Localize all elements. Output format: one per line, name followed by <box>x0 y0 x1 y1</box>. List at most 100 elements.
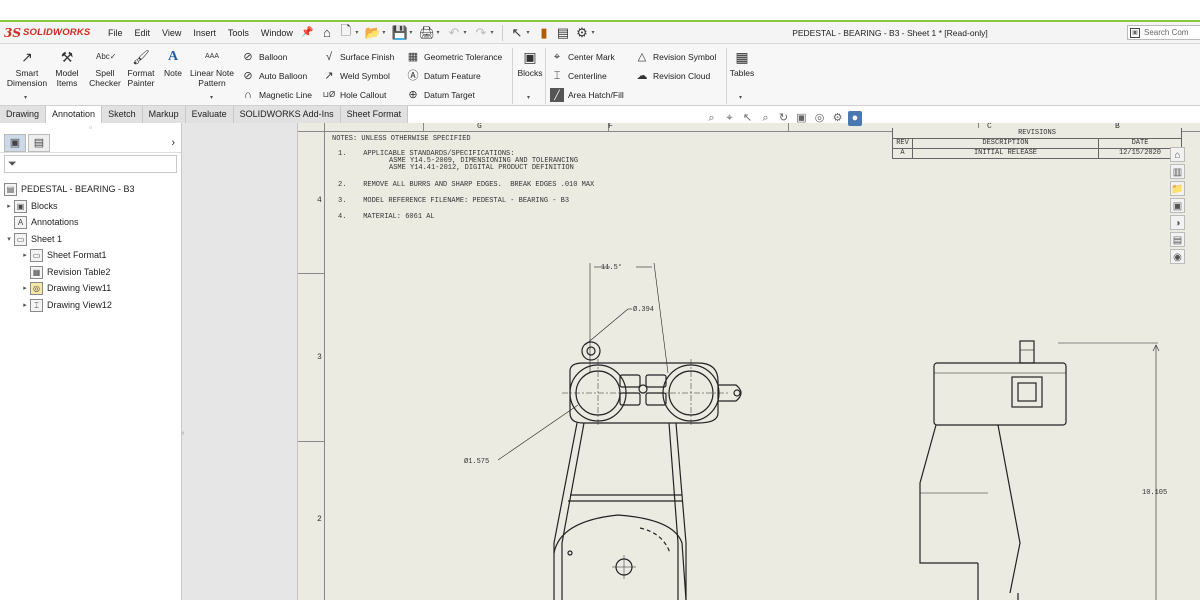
view-palette-icon[interactable]: ▣ <box>1170 198 1185 213</box>
magnetic-line-button[interactable]: ∩ Magnetic Line <box>241 88 312 102</box>
tab-markup[interactable]: Markup <box>142 106 186 123</box>
panel-grip-icon[interactable]: ○ <box>0 123 181 133</box>
tab-annotation[interactable]: Annotation <box>46 106 103 123</box>
note-button[interactable]: A Note <box>160 48 186 78</box>
zoom-to-area-icon[interactable]: ⌖ <box>722 111 737 126</box>
tables-button[interactable]: ▦ Tables <box>728 48 756 78</box>
open-folder-icon[interactable]: 📂 <box>364 24 381 41</box>
tree-item-annotations[interactable]: A Annotations <box>14 214 79 230</box>
undo-icon[interactable]: ↶ <box>445 24 462 41</box>
hole-callout-button[interactable]: ⊔Ø Hole Callout <box>322 88 387 102</box>
revision-symbol-button[interactable]: △ Revision Symbol <box>635 50 717 64</box>
menu-insert[interactable]: Insert <box>187 28 222 38</box>
expand-arrow-icon[interactable]: ▸ <box>20 284 30 292</box>
revision-cloud-button[interactable]: ☁ Revision Cloud <box>635 69 711 83</box>
center-mark-button[interactable]: ⌖ Center Mark <box>550 50 615 64</box>
zoom-in-out-icon[interactable]: ⌕ <box>758 111 773 126</box>
file-explorer-icon[interactable]: 📁 <box>1170 181 1185 196</box>
datum-feature-button[interactable]: Ⓐ Datum Feature <box>406 69 481 83</box>
tab-drawing[interactable]: Drawing <box>0 106 47 123</box>
rotate-icon[interactable]: ↻ <box>776 111 791 126</box>
menu-window[interactable]: Window <box>255 28 299 38</box>
chevron-down-icon[interactable]: ▾ <box>24 94 27 101</box>
format-painter-button[interactable]: 🖌 Format Painter <box>124 48 158 88</box>
spell-checker-button[interactable]: Abc✓ Spell Checker <box>88 48 122 88</box>
menu-file[interactable]: File <box>102 28 129 38</box>
expand-arrow-icon[interactable]: ▸ <box>20 251 30 259</box>
angle-dimension[interactable]: 11.5° <box>601 263 622 272</box>
menu-view[interactable]: View <box>156 28 187 38</box>
balloon-button[interactable]: ⊘ Balloon <box>241 50 287 64</box>
hide-show-items-icon[interactable]: ◎ <box>812 111 827 126</box>
chevron-down-icon[interactable]: ▾ <box>463 29 466 36</box>
traffic-light-icon[interactable]: ▮ <box>536 24 553 41</box>
chevron-down-icon[interactable]: ▾ <box>527 94 530 101</box>
tree-item-sheet-format1[interactable]: ▸ ▭ Sheet Format1 <box>20 247 107 263</box>
tree-filter-input[interactable]: ⏷ <box>4 155 177 173</box>
search-input[interactable]: ▣ Search Com <box>1127 25 1200 40</box>
zoom-to-fit-icon[interactable]: ⌕ <box>704 111 719 126</box>
linear-note-pattern-button[interactable]: AAA Linear Note Pattern <box>189 48 235 88</box>
view-settings-icon[interactable]: ⚙ <box>830 111 845 126</box>
tab-evaluate[interactable]: Evaluate <box>185 106 234 123</box>
save-icon[interactable]: 💾 <box>391 24 408 41</box>
chevron-down-icon[interactable]: ▾ <box>355 29 358 36</box>
chevron-down-icon[interactable]: ▾ <box>739 94 742 101</box>
side-view[interactable] <box>919 340 1160 600</box>
tab-sketch[interactable]: Sketch <box>102 106 143 123</box>
property-manager-tab-icon[interactable]: ▤ <box>28 133 50 152</box>
tree-item-sheet-1[interactable]: ▾ ▭ Sheet 1 <box>4 231 62 247</box>
large-diameter-dimension[interactable]: Ø1.575 <box>464 457 489 466</box>
menu-edit[interactable]: Edit <box>129 28 157 38</box>
feature-tree-tab-icon[interactable]: ▣ <box>4 133 26 152</box>
expand-arrow-icon[interactable]: ▸ <box>20 301 30 309</box>
weld-symbol-button[interactable]: ↗ Weld Symbol <box>322 69 390 83</box>
home-icon[interactable]: ⌂ <box>1170 147 1185 162</box>
tab-solidworks-add-ins[interactable]: SOLIDWORKS Add-Ins <box>233 106 341 123</box>
chevron-down-icon[interactable]: ▾ <box>409 29 412 36</box>
redo-icon[interactable]: ↷ <box>472 24 489 41</box>
options-gear-icon[interactable]: ⚙ <box>574 24 591 41</box>
solidworks-logo[interactable]: 3S SOLIDWORKS <box>4 26 102 40</box>
new-document-icon[interactable]: 🗋 <box>337 23 354 41</box>
chevron-down-icon[interactable]: ▾ <box>592 29 595 36</box>
pin-icon[interactable]: 📌 <box>301 27 313 38</box>
tree-item-revision-table2[interactable]: ▦ Revision Table2 <box>30 264 110 280</box>
front-view[interactable] <box>497 262 742 600</box>
tree-item-drawing-view12[interactable]: ▸ ⌶ Drawing View12 <box>20 297 112 313</box>
print-icon[interactable]: 🖨 <box>418 24 436 41</box>
blocks-button[interactable]: ▣ Blocks <box>516 48 544 78</box>
appearances-icon[interactable]: ◑ <box>1170 215 1185 230</box>
chevron-down-icon[interactable]: ▾ <box>490 29 493 36</box>
datum-target-button[interactable]: ⊕ Datum Target <box>406 88 474 102</box>
tree-item-drawing-view11[interactable]: ▸ ◎ Drawing View11 <box>20 280 111 296</box>
expand-arrow-icon[interactable]: ▸ <box>4 202 14 210</box>
height-dimension[interactable]: 10.105 <box>1142 489 1167 497</box>
drawing-sheet[interactable]: G F C B 4 3 2 NOTES: UNLESS OTHERWISE SP… <box>298 123 1200 600</box>
chevron-down-icon[interactable]: ▾ <box>436 29 439 36</box>
menu-tools[interactable]: Tools <box>222 28 255 38</box>
chevron-right-icon[interactable]: › <box>171 137 175 149</box>
chevron-down-icon[interactable]: ▾ <box>382 29 385 36</box>
solidworks-forum-icon[interactable]: ◉ <box>1170 249 1185 264</box>
geometric-tolerance-button[interactable]: ▦ Geometric Tolerance <box>406 50 502 64</box>
appearance-icon[interactable]: ● <box>848 110 862 126</box>
resources-icon[interactable]: ▥ <box>1170 164 1185 179</box>
centerline-button[interactable]: ⌶ Centerline <box>550 69 607 83</box>
tree-item-blocks[interactable]: ▸ ▣ Blocks <box>4 198 58 214</box>
select-cursor-icon[interactable]: ↖ <box>508 24 525 41</box>
smart-dimension-button[interactable]: ↗ Smart Dimension <box>4 48 50 88</box>
tree-root[interactable]: ▤ PEDESTAL - BEARING - B3 <box>4 181 135 197</box>
panel-collapse-handle-icon[interactable]: ‹ <box>182 430 188 448</box>
previous-view-icon[interactable]: ↖ <box>740 111 755 126</box>
custom-properties-icon[interactable]: ▤ <box>1170 232 1185 247</box>
model-items-button[interactable]: ⚒ Model Items <box>52 48 82 88</box>
small-diameter-dimension[interactable]: Ø.394 <box>633 305 654 314</box>
auto-balloon-button[interactable]: ⊘ Auto Balloon <box>241 69 307 83</box>
display-style-icon[interactable]: ▣ <box>794 111 809 126</box>
chevron-down-icon[interactable]: ▾ <box>210 94 213 101</box>
file-properties-icon[interactable]: ▤ <box>555 24 572 41</box>
surface-finish-button[interactable]: √ Surface Finish <box>322 50 394 64</box>
collapse-arrow-icon[interactable]: ▾ <box>4 235 14 243</box>
home-icon[interactable]: ⌂ <box>318 24 335 41</box>
